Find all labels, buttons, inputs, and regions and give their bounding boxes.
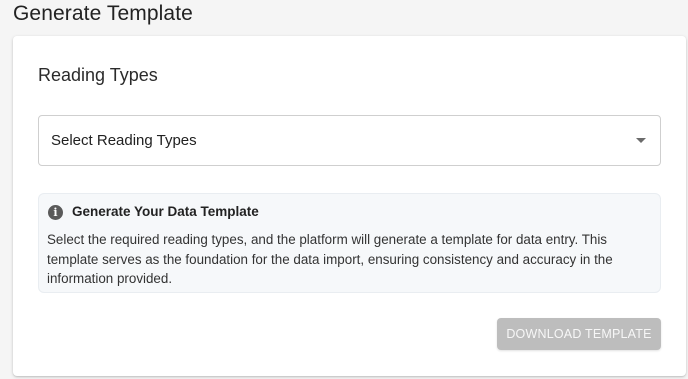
template-card: Reading Types Select Reading Types i Gen… <box>13 36 686 376</box>
section-title: Reading Types <box>38 65 158 85</box>
download-template-button[interactable]: DOWNLOAD TEMPLATE <box>497 318 661 350</box>
alert-title: Generate Your Data Template <box>72 204 259 219</box>
reading-types-select[interactable]: Select Reading Types <box>38 115 661 166</box>
info-alert: i Generate Your Data Template Select the… <box>38 193 661 293</box>
chevron-down-icon[interactable] <box>636 138 646 143</box>
alert-body: Select the required reading types, and t… <box>47 232 613 286</box>
reading-types-select-placeholder: Select Reading Types <box>51 132 197 149</box>
page-title: Generate Template <box>13 2 193 25</box>
info-icon: i <box>48 205 63 220</box>
